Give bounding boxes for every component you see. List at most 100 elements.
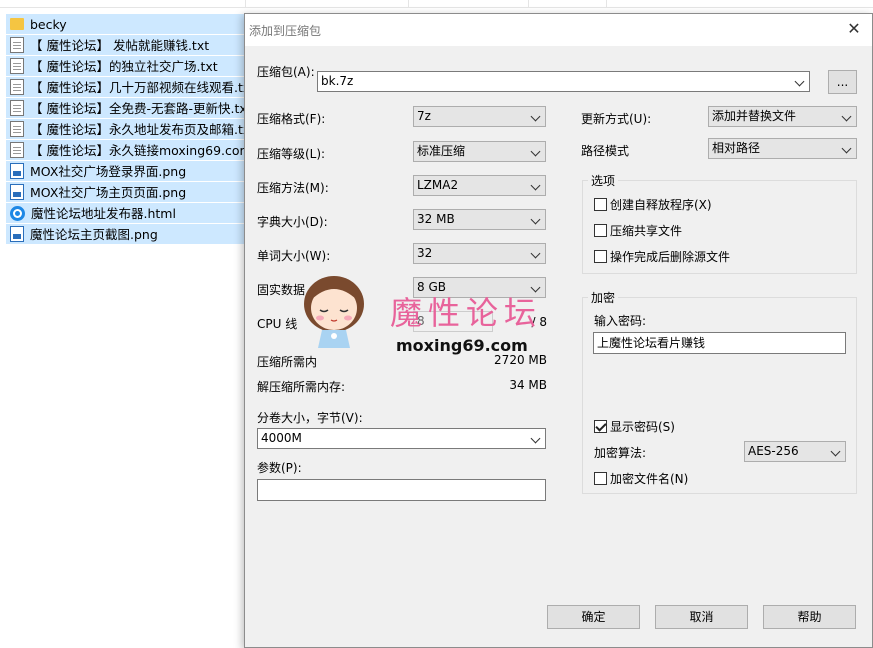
file-name: 魔性论坛地址发布器.html — [31, 205, 176, 221]
file-name: 【 魔性论坛】几十万部视频在线观看.txt — [30, 79, 246, 95]
image-file-icon — [10, 163, 24, 179]
options-group-title: 选项 — [588, 172, 619, 189]
ok-button[interactable]: 确定 — [547, 605, 640, 629]
format-select[interactable]: 7z — [413, 106, 546, 127]
file-name: MOX社交广场登录界面.png — [30, 163, 187, 179]
checkbox-box[interactable] — [594, 420, 607, 433]
column-divider[interactable] — [408, 0, 409, 8]
archive-label: 压缩包(A): — [257, 65, 315, 79]
split-label: 分卷大小，字节(V): — [257, 411, 363, 425]
chevron-down-icon[interactable] — [840, 107, 854, 126]
file-list-item[interactable]: 【 魔性论坛】永久地址发布页及邮箱.txt — [6, 119, 246, 140]
params-input[interactable] — [257, 479, 546, 501]
archive-path-combo[interactable]: bk.7z — [317, 71, 810, 92]
browse-button[interactable]: ... — [828, 70, 857, 94]
chevron-down-icon[interactable] — [529, 429, 543, 448]
params-label: 参数(P): — [257, 461, 302, 475]
path-label: 路径模式 — [581, 144, 630, 158]
chevron-down-icon[interactable] — [529, 210, 543, 229]
word-value: 32 — [417, 246, 433, 260]
close-icon[interactable]: ✕ — [844, 19, 864, 39]
file-name: 【 魔性论坛】全免费-无套路-更新快.txt — [30, 100, 246, 116]
file-name: 【 魔性论坛】 发帖就能赚钱.txt — [30, 37, 210, 53]
chevron-down-icon[interactable] — [840, 139, 854, 158]
chevron-down-icon[interactable] — [793, 72, 807, 91]
watermark-url: moxing69.com — [396, 336, 528, 355]
file-list-item[interactable]: MOX社交广场主页页面.png — [6, 182, 246, 203]
chevron-down-icon[interactable] — [529, 142, 543, 161]
file-list-item[interactable]: MOX社交广场登录界面.png — [6, 161, 246, 182]
file-list-item[interactable]: becky — [6, 14, 246, 35]
file-list-item[interactable]: 【 魔性论坛】几十万部视频在线观看.txt — [6, 77, 246, 98]
split-value: 4000M — [261, 431, 302, 445]
file-list: becky 【 魔性论坛】 发帖就能赚钱.txt 【 魔性论坛】的独立社交广场.tx… — [6, 14, 246, 245]
text-file-icon — [10, 142, 24, 158]
chevron-down-icon[interactable] — [529, 244, 543, 263]
help-button[interactable]: 帮助 — [763, 605, 856, 629]
dict-value: 32 MB — [417, 212, 455, 226]
chevron-down-icon[interactable] — [829, 442, 843, 461]
text-file-icon — [10, 100, 24, 116]
update-mode-select[interactable]: 添加并替换文件 — [708, 106, 857, 127]
shared-files-checkbox[interactable]: 压缩共享文件 — [594, 222, 682, 239]
file-name: 【 魔性论坛】永久链接moxing69.com.t — [30, 142, 246, 158]
column-divider[interactable] — [528, 0, 529, 8]
chevron-down-icon[interactable] — [529, 176, 543, 195]
text-file-icon — [10, 121, 24, 137]
sfx-checkbox[interactable]: 创建自释放程序(X) — [594, 196, 712, 213]
level-select[interactable]: 标准压缩 — [413, 141, 546, 162]
file-name: 【 魔性论坛】的独立社交广场.txt — [30, 58, 218, 74]
encrypt-names-checkbox[interactable]: 加密文件名(N) — [594, 470, 688, 487]
folder-icon — [10, 18, 24, 30]
text-file-icon — [10, 79, 24, 95]
image-file-icon — [10, 184, 24, 200]
update-label: 更新方式(U): — [581, 112, 652, 126]
column-divider[interactable] — [606, 0, 607, 8]
split-size-combo[interactable]: 4000M — [257, 428, 546, 449]
word-select[interactable]: 32 — [413, 243, 546, 264]
file-name: 魔性论坛主页截图.png — [30, 226, 158, 242]
method-select[interactable]: LZMA2 — [413, 175, 546, 196]
sfx-label: 创建自释放程序(X) — [610, 198, 712, 212]
browser-file-icon — [10, 205, 25, 221]
chevron-down-icon[interactable] — [529, 107, 543, 126]
path-mode-select[interactable]: 相对路径 — [708, 138, 857, 159]
file-list-item[interactable]: 【 魔性论坛】的独立社交广场.txt — [6, 56, 246, 77]
file-name: MOX社交广场主页页面.png — [30, 184, 187, 200]
text-file-icon — [10, 58, 24, 74]
dict-select[interactable]: 32 MB — [413, 209, 546, 230]
encryption-group-title: 加密 — [588, 289, 619, 306]
format-value: 7z — [417, 109, 431, 123]
show-password-checkbox[interactable]: 显示密码(S) — [594, 418, 675, 435]
update-value: 添加并替换文件 — [712, 109, 797, 123]
cancel-button[interactable]: 取消 — [655, 605, 748, 629]
file-list-item[interactable]: 【 魔性论坛】 发帖就能赚钱.txt — [6, 35, 246, 56]
file-list-item[interactable]: 魔性论坛主页截图.png — [6, 224, 246, 245]
watermark: 魔性论坛 moxing69.com — [300, 270, 570, 360]
enc-method-select[interactable]: AES-256 — [744, 441, 846, 462]
file-list-item[interactable]: 【 魔性论坛】全免费-无套路-更新快.txt — [6, 98, 246, 119]
show-password-label: 显示密码(S) — [610, 420, 675, 434]
method-value: LZMA2 — [417, 178, 459, 192]
enc-method-label: 加密算法: — [594, 446, 647, 460]
delete-after-checkbox[interactable]: 操作完成后删除源文件 — [594, 248, 730, 265]
checkbox-box[interactable] — [594, 472, 607, 485]
solid-label: 固实数据 — [257, 283, 306, 297]
password-input[interactable]: 上魔性论坛看片赚钱 — [593, 332, 846, 354]
path-value: 相对路径 — [712, 141, 761, 155]
checkbox-box[interactable] — [594, 198, 607, 211]
level-value: 标准压缩 — [417, 144, 466, 158]
file-list-item[interactable]: 【 魔性论坛】永久链接moxing69.com.t — [6, 140, 246, 161]
mem-decompress-value: 34 MB — [509, 378, 547, 392]
encrypt-names-label: 加密文件名(N) — [610, 472, 689, 486]
dict-label: 字典大小(D): — [257, 215, 328, 229]
checkbox-box[interactable] — [594, 250, 607, 263]
watermark-brand: 魔性论坛 — [390, 294, 543, 332]
file-list-item[interactable]: 魔性论坛地址发布器.html — [6, 203, 246, 224]
column-divider[interactable] — [245, 0, 246, 8]
password-label: 输入密码: — [594, 314, 647, 328]
text-file-icon — [10, 37, 24, 53]
image-file-icon — [10, 226, 24, 242]
file-name: 【 魔性论坛】永久地址发布页及邮箱.txt — [30, 121, 246, 137]
checkbox-box[interactable] — [594, 224, 607, 237]
